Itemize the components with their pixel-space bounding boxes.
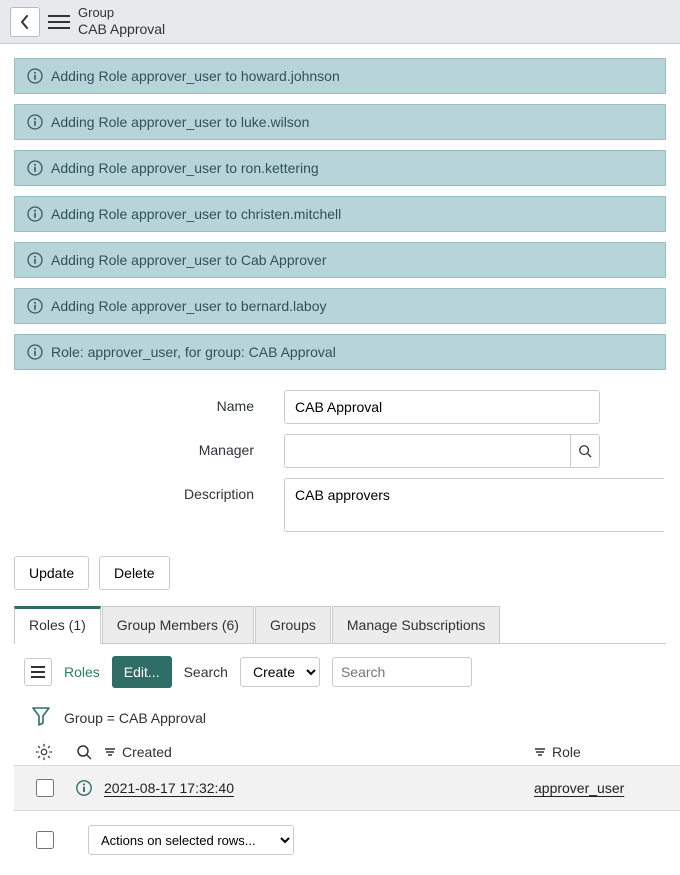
info-message: Adding Role approver_user to luke.wilson — [14, 104, 666, 140]
description-label: Description — [14, 478, 284, 502]
tab-groups[interactable]: Groups — [255, 606, 331, 643]
context-menu-button[interactable] — [48, 11, 70, 33]
name-field[interactable] — [284, 390, 600, 424]
info-message-text: Adding Role approver_user to luke.wilson — [51, 114, 309, 130]
record-type-label: Group — [78, 5, 165, 21]
search-input[interactable] — [332, 657, 472, 687]
info-message-text: Adding Role approver_user to christen.mi… — [51, 206, 341, 222]
column-label: Created — [122, 744, 172, 760]
table-row: 2021-08-17 17:32:40 approver_user — [14, 766, 680, 811]
personalize-list-button[interactable] — [24, 743, 64, 761]
chevron-left-icon — [20, 15, 30, 29]
search-icon — [578, 444, 592, 458]
row-preview-button[interactable] — [64, 779, 104, 797]
tab-roles[interactable]: Roles (1) — [14, 606, 101, 643]
related-lists-tabs: Roles (1) Group Members (6) Groups Manag… — [14, 606, 666, 644]
delete-button[interactable]: Delete — [99, 556, 169, 590]
info-message-text: Adding Role approver_user to ron.ketteri… — [51, 160, 319, 176]
info-icon — [27, 298, 43, 314]
search-row-toggle[interactable] — [64, 744, 104, 760]
manager-label: Manager — [14, 434, 284, 458]
info-message: Adding Role approver_user to ron.ketteri… — [14, 150, 666, 186]
info-icon — [27, 252, 43, 268]
info-icon — [27, 206, 43, 222]
description-field[interactable] — [284, 478, 664, 532]
created-link[interactable]: 2021-08-17 17:32:40 — [104, 780, 234, 796]
record-title: CAB Approval — [78, 21, 165, 38]
tab-group-members[interactable]: Group Members (6) — [102, 606, 254, 643]
info-message-text: Role: approver_user, for group: CAB Appr… — [51, 344, 336, 360]
column-label: Role — [552, 744, 581, 760]
name-label: Name — [14, 390, 284, 414]
info-message: Role: approver_user, for group: CAB Appr… — [14, 334, 666, 370]
search-field-select[interactable]: Created — [240, 657, 320, 687]
info-icon — [27, 344, 43, 360]
info-message-text: Adding Role approver_user to howard.john… — [51, 68, 340, 84]
form: Name Manager Description — [0, 380, 680, 556]
info-icon — [75, 779, 93, 797]
sort-icon — [534, 744, 546, 760]
info-message-text: Adding Role approver_user to bernard.lab… — [51, 298, 327, 314]
list-menu-button[interactable] — [24, 658, 52, 686]
edit-button[interactable]: Edit... — [112, 656, 172, 688]
gear-icon — [35, 743, 53, 761]
table-header: Created Role — [14, 739, 680, 766]
info-icon — [27, 160, 43, 176]
column-header-role[interactable]: Role — [534, 744, 670, 760]
tab-manage-subscriptions[interactable]: Manage Subscriptions — [332, 606, 501, 643]
manager-field[interactable] — [284, 434, 570, 468]
info-message: Adding Role approver_user to howard.john… — [14, 58, 666, 94]
role-link[interactable]: approver_user — [534, 780, 624, 796]
filter-icon[interactable] — [32, 706, 50, 729]
info-message: Adding Role approver_user to christen.mi… — [14, 196, 666, 232]
select-all-checkbox[interactable] — [36, 831, 54, 849]
info-icon — [27, 68, 43, 84]
list-toolbar: Roles Edit... Search Created — [14, 644, 680, 700]
search-icon — [76, 744, 92, 760]
page-header: Group CAB Approval — [0, 0, 680, 44]
bulk-actions-select[interactable]: Actions on selected rows... — [88, 825, 294, 855]
info-icon — [27, 114, 43, 130]
filter-breadcrumb: Group = CAB Approval — [14, 700, 680, 739]
update-button[interactable]: Update — [14, 556, 89, 590]
filter-text[interactable]: Group = CAB Approval — [64, 710, 206, 726]
list-title-link[interactable]: Roles — [64, 664, 100, 680]
info-message: Adding Role approver_user to Cab Approve… — [14, 242, 666, 278]
row-select-checkbox[interactable] — [36, 779, 54, 797]
back-button[interactable] — [10, 7, 40, 37]
column-header-created[interactable]: Created — [104, 744, 534, 760]
info-message-text: Adding Role approver_user to Cab Approve… — [51, 252, 327, 268]
info-messages: Adding Role approver_user to howard.john… — [0, 44, 680, 370]
sort-icon — [104, 744, 116, 760]
info-message: Adding Role approver_user to bernard.lab… — [14, 288, 666, 324]
manager-lookup-button[interactable] — [570, 434, 600, 468]
list-footer: Actions on selected rows... — [14, 811, 680, 875]
search-label: Search — [184, 664, 228, 680]
